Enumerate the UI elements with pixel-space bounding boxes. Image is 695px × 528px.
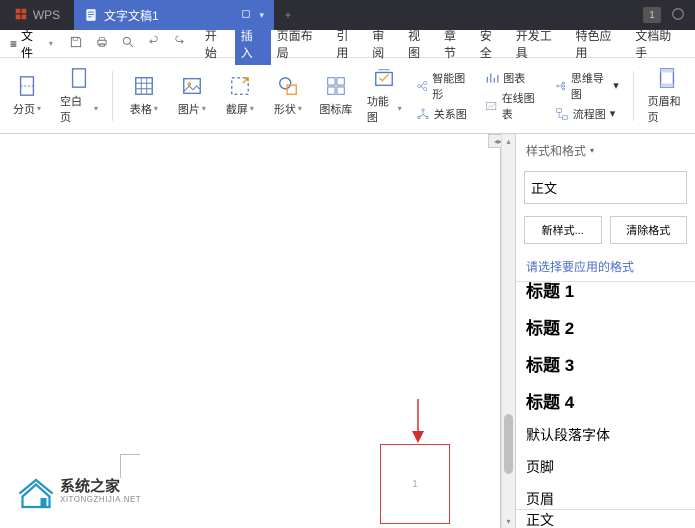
document-area[interactable]: ◂▸ 1 系统之家 XITONGZHIJIA.NET bbox=[0, 134, 501, 528]
preview-icon[interactable] bbox=[121, 35, 135, 52]
skin-icon[interactable] bbox=[671, 7, 685, 24]
paging-button[interactable]: 分页▾ bbox=[8, 75, 46, 117]
wps-label: WPS bbox=[33, 8, 60, 22]
style-item[interactable]: 默认段落字体 bbox=[516, 419, 695, 451]
style-item[interactable]: 标题 1 bbox=[516, 281, 695, 308]
watermark-title: 系统之家 bbox=[60, 479, 141, 496]
current-style-display[interactable]: 正文 bbox=[524, 171, 687, 204]
style-item[interactable]: 标题 2 bbox=[516, 308, 695, 345]
menu-tab-10[interactable]: 文档助手 bbox=[629, 23, 689, 65]
page-thumbnail[interactable]: 1 bbox=[380, 444, 450, 524]
table-button[interactable]: 表格▾ bbox=[127, 75, 161, 117]
doc-icon bbox=[84, 8, 98, 22]
chart-button[interactable]: 图表 bbox=[485, 70, 540, 86]
mindmap-button[interactable]: 思维导图▾ bbox=[555, 70, 619, 102]
styles-panel: 样式和格式▾ 正文 新样式... 清除格式 请选择要应用的格式 标题 1标题 2… bbox=[515, 134, 695, 528]
image-button[interactable]: 图片▾ bbox=[175, 75, 209, 117]
arrow-annotation-icon bbox=[408, 399, 428, 445]
hamburger-icon: ≡ bbox=[10, 37, 17, 51]
wps-logo-icon bbox=[14, 7, 28, 24]
scroll-up-icon[interactable]: ▴ bbox=[502, 134, 515, 148]
relation-button[interactable]: 关系图 bbox=[416, 106, 471, 122]
smartart-button[interactable]: 智能图形 bbox=[416, 70, 471, 102]
menu-tabs: 开始插入页面布局引用审阅视图章节安全开发工具特色应用文档助手 bbox=[199, 23, 689, 65]
notification-badge[interactable]: 1 bbox=[643, 7, 661, 23]
menubar: ≡ 文件 ▾ 开始插入页面布局引用审阅视图章节安全开发工具特色应用文档助手 bbox=[0, 30, 695, 58]
watermark: 系统之家 XITONGZHIJIA.NET bbox=[18, 474, 141, 510]
clear-format-button[interactable]: 清除格式 bbox=[610, 216, 688, 244]
watermark-logo-icon bbox=[18, 474, 54, 510]
tab-title: 文字文稿1 bbox=[104, 7, 159, 24]
blankpage-button[interactable]: 空白页▾ bbox=[60, 67, 98, 125]
undo-icon[interactable] bbox=[147, 35, 161, 52]
style-list: 标题 1标题 2标题 3标题 4默认段落字体页脚页眉正文 bbox=[516, 281, 695, 528]
workspace: ◂▸ 1 系统之家 XITONGZHIJIA.NET ▴ ▾ 样式和格式▾ 正文… bbox=[0, 134, 695, 528]
scroll-thumb[interactable] bbox=[504, 414, 513, 474]
tab-sync-icon[interactable] bbox=[241, 8, 251, 22]
style-item[interactable]: 标题 4 bbox=[516, 382, 695, 419]
menu-tab-1[interactable]: 插入 bbox=[235, 23, 271, 65]
file-menu[interactable]: ≡ 文件 ▾ bbox=[6, 25, 57, 63]
iconlib-button[interactable]: 图标库 bbox=[319, 75, 353, 117]
menu-tab-0[interactable]: 开始 bbox=[199, 23, 235, 65]
redo-icon[interactable] bbox=[173, 35, 187, 52]
scroll-down-icon[interactable]: ▾ bbox=[502, 514, 515, 528]
flowchart-button[interactable]: 流程图▾ bbox=[555, 106, 619, 122]
menu-tab-2[interactable]: 页面布局 bbox=[271, 23, 331, 65]
print-icon[interactable] bbox=[95, 35, 109, 52]
headerfooter-button[interactable]: 页眉和页 bbox=[648, 67, 687, 125]
new-tab-button[interactable]: + bbox=[274, 8, 302, 22]
funcimg-button[interactable]: 功能图▾ bbox=[367, 67, 402, 125]
watermark-url: XITONGZHIJIA.NET bbox=[60, 496, 141, 505]
menu-tab-4[interactable]: 审阅 bbox=[366, 23, 402, 65]
onlinechart-button[interactable]: 在线图表 bbox=[485, 90, 540, 122]
menu-tab-9[interactable]: 特色应用 bbox=[570, 23, 630, 65]
new-style-button[interactable]: 新样式... bbox=[524, 216, 602, 244]
menu-tab-8[interactable]: 开发工具 bbox=[510, 23, 570, 65]
vertical-scrollbar[interactable]: ▴ ▾ bbox=[501, 134, 515, 528]
panel-hint: 请选择要应用的格式 bbox=[516, 252, 695, 281]
style-item[interactable]: 标题 3 bbox=[516, 345, 695, 382]
shape-button[interactable]: 形状▾ bbox=[271, 75, 305, 117]
menu-tab-3[interactable]: 引用 bbox=[330, 23, 366, 65]
ribbon: 分页▾ 空白页▾ 表格▾ 图片▾ 截屏▾ 形状▾ 图标库 功能图▾ 智能图形 关… bbox=[0, 58, 695, 134]
screenshot-button[interactable]: 截屏▾ bbox=[223, 75, 257, 117]
menu-tab-6[interactable]: 章节 bbox=[438, 23, 474, 65]
style-item[interactable]: 正文 bbox=[516, 509, 695, 528]
tab-menu-icon[interactable]: ▾ bbox=[259, 10, 264, 21]
save-icon[interactable] bbox=[69, 35, 83, 52]
panel-title[interactable]: 样式和格式▾ bbox=[516, 134, 695, 167]
menu-tab-5[interactable]: 视图 bbox=[402, 23, 438, 65]
style-item[interactable]: 页脚 bbox=[516, 451, 695, 483]
menu-tab-7[interactable]: 安全 bbox=[474, 23, 510, 65]
